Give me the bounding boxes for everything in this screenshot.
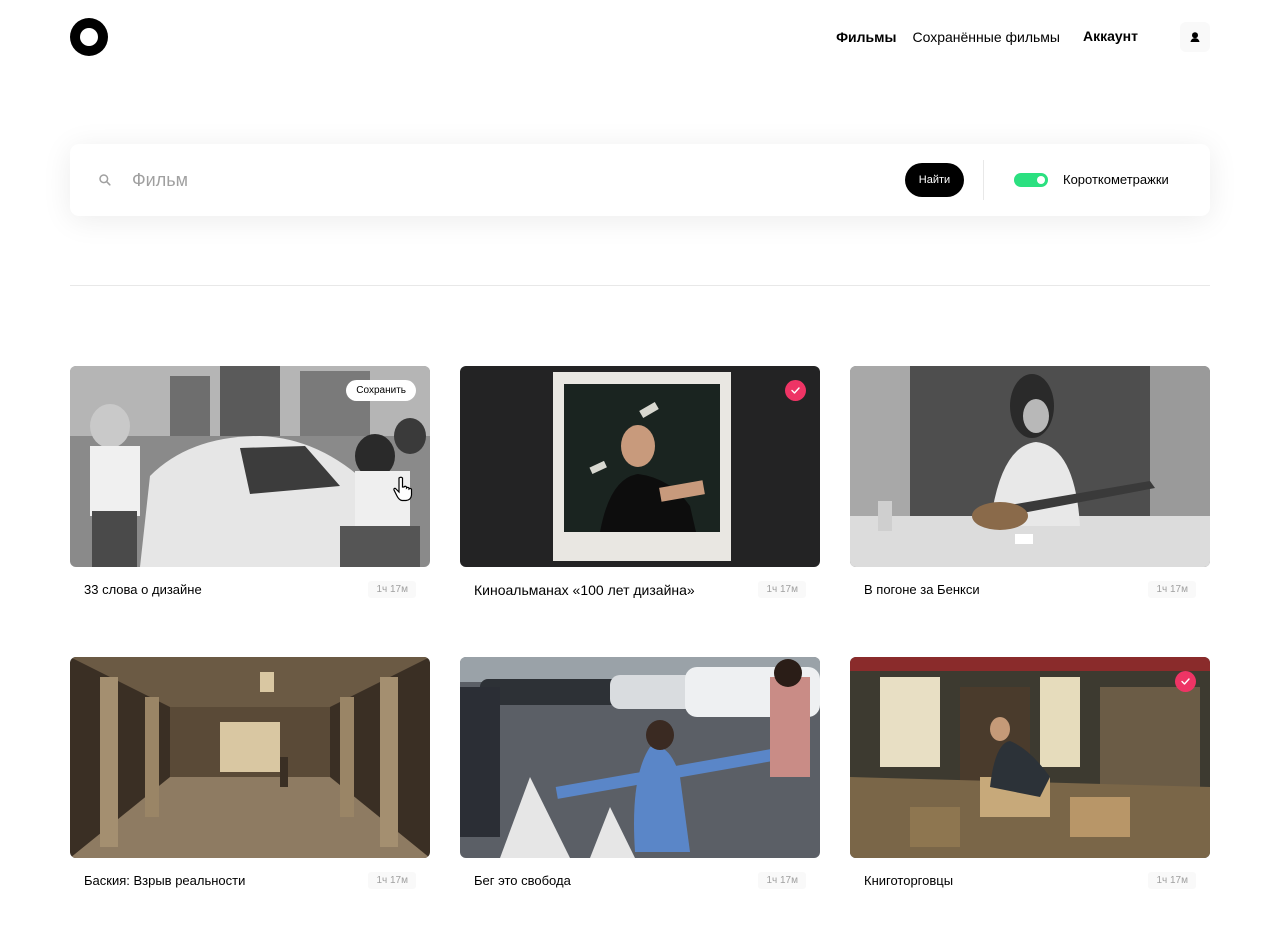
movie-card: Киноальманах «100 лет дизайна» 1ч 17м [460, 366, 820, 598]
nav-saved-movies-link[interactable]: Сохранённые фильмы [912, 29, 1060, 45]
check-icon [791, 387, 800, 394]
movie-title: Книготорговцы [864, 873, 954, 888]
movie-duration: 1ч 17м [758, 581, 806, 598]
save-button[interactable]: Сохранить [346, 380, 416, 401]
movie-card: В погоне за Бенкси 1ч 17м [850, 366, 1210, 598]
header: Фильмы Сохранённые фильмы Аккаунт [70, 18, 1210, 56]
movie-thumbnail[interactable] [460, 657, 820, 858]
movie-poster-image [70, 657, 430, 858]
user-icon [1190, 32, 1200, 42]
shorts-toggle[interactable] [1014, 173, 1048, 187]
movie-poster-image [850, 366, 1210, 567]
movie-thumbnail[interactable]: Сохранить [70, 366, 430, 567]
movie-card: Баския: Взрыв реальности 1ч 17м [70, 657, 430, 889]
hand-cursor-icon [393, 476, 413, 502]
check-icon [1181, 678, 1190, 685]
search-form: Найти Короткометражки [70, 144, 1210, 216]
movie-duration: 1ч 17м [368, 581, 416, 598]
account-link[interactable]: Аккаунт [1083, 28, 1138, 44]
movie-thumbnail[interactable] [460, 366, 820, 567]
movie-title: Бег это свобода [474, 873, 571, 888]
movie-title: 33 слова о дизайне [84, 582, 202, 597]
search-divider [983, 160, 984, 200]
movie-card: Сохранить 33 слова о дизайне 1ч 17м [70, 366, 430, 598]
find-button[interactable]: Найти [905, 163, 964, 197]
movie-title: Баския: Взрыв реальности [84, 873, 246, 888]
movie-duration: 1ч 17м [758, 872, 806, 889]
saved-mark[interactable] [785, 380, 806, 401]
movie-duration: 1ч 17м [1148, 872, 1196, 889]
movie-duration: 1ч 17м [368, 872, 416, 889]
movie-thumbnail[interactable] [70, 657, 430, 858]
movie-card: Бег это свобода 1ч 17м [460, 657, 820, 889]
movie-thumbnail[interactable] [850, 366, 1210, 567]
movie-thumbnail[interactable] [850, 657, 1210, 858]
movie-duration: 1ч 17м [1148, 581, 1196, 598]
movie-title: В погоне за Бенкси [864, 582, 980, 597]
movie-search-input[interactable] [132, 164, 892, 196]
nav-movies-link[interactable]: Фильмы [836, 29, 896, 45]
main-nav: Фильмы Сохранённые фильмы [836, 29, 1060, 45]
movie-title: Киноальманах «100 лет дизайна» [474, 582, 695, 598]
account-button[interactable] [1180, 22, 1210, 52]
movie-poster-image [460, 366, 820, 567]
shorts-toggle-label: Короткометражки [1063, 172, 1169, 187]
movie-poster-image [460, 657, 820, 858]
movie-card: Книготорговцы 1ч 17м [850, 657, 1210, 889]
search-icon [99, 174, 111, 186]
section-divider [70, 285, 1210, 286]
ring-logo-icon[interactable] [70, 18, 108, 56]
saved-mark[interactable] [1175, 671, 1196, 692]
movie-poster-image [850, 657, 1210, 858]
